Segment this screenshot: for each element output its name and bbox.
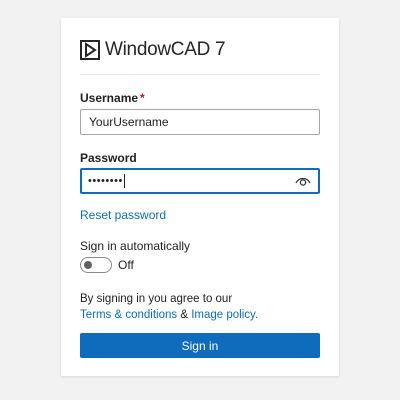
- text-caret: [123, 174, 125, 189]
- play-box-icon: [80, 40, 100, 60]
- password-label: Password: [80, 151, 137, 165]
- header-divider: [80, 74, 320, 75]
- username-label-text: Username: [80, 91, 139, 105]
- terms-joiner: &: [180, 309, 189, 321]
- username-label: Username *: [80, 91, 145, 105]
- app-header: WindowCAD 7: [80, 37, 320, 63]
- eye-icon[interactable]: [294, 173, 312, 189]
- app-title: WindowCAD 7: [105, 39, 226, 60]
- toggle-knob: [84, 261, 92, 269]
- required-marker: *: [140, 91, 145, 105]
- auto-signin-toggle[interactable]: [80, 257, 112, 273]
- password-input[interactable]: ••••••••: [80, 168, 320, 194]
- signin-button[interactable]: Sign in: [80, 333, 320, 358]
- terms-prefix: By signing in you agree to our: [80, 293, 233, 305]
- terms-link[interactable]: Terms & conditions: [80, 309, 177, 321]
- auto-signin-label: Sign in automatically: [80, 239, 191, 253]
- terms-text: By signing in you agree to our Terms & c…: [80, 291, 320, 323]
- login-card: WindowCAD 7 Username* Password •••••••• …: [61, 18, 339, 376]
- password-mask: ••••••••: [88, 175, 123, 187]
- toggle-state-text: Off: [118, 258, 134, 272]
- username-input[interactable]: [80, 109, 320, 135]
- password-value: ••••••••: [88, 173, 125, 189]
- image-policy-link[interactable]: Image policy: [191, 309, 255, 321]
- terms-suffix: .: [254, 309, 259, 321]
- reset-password-link[interactable]: Reset password: [80, 208, 166, 222]
